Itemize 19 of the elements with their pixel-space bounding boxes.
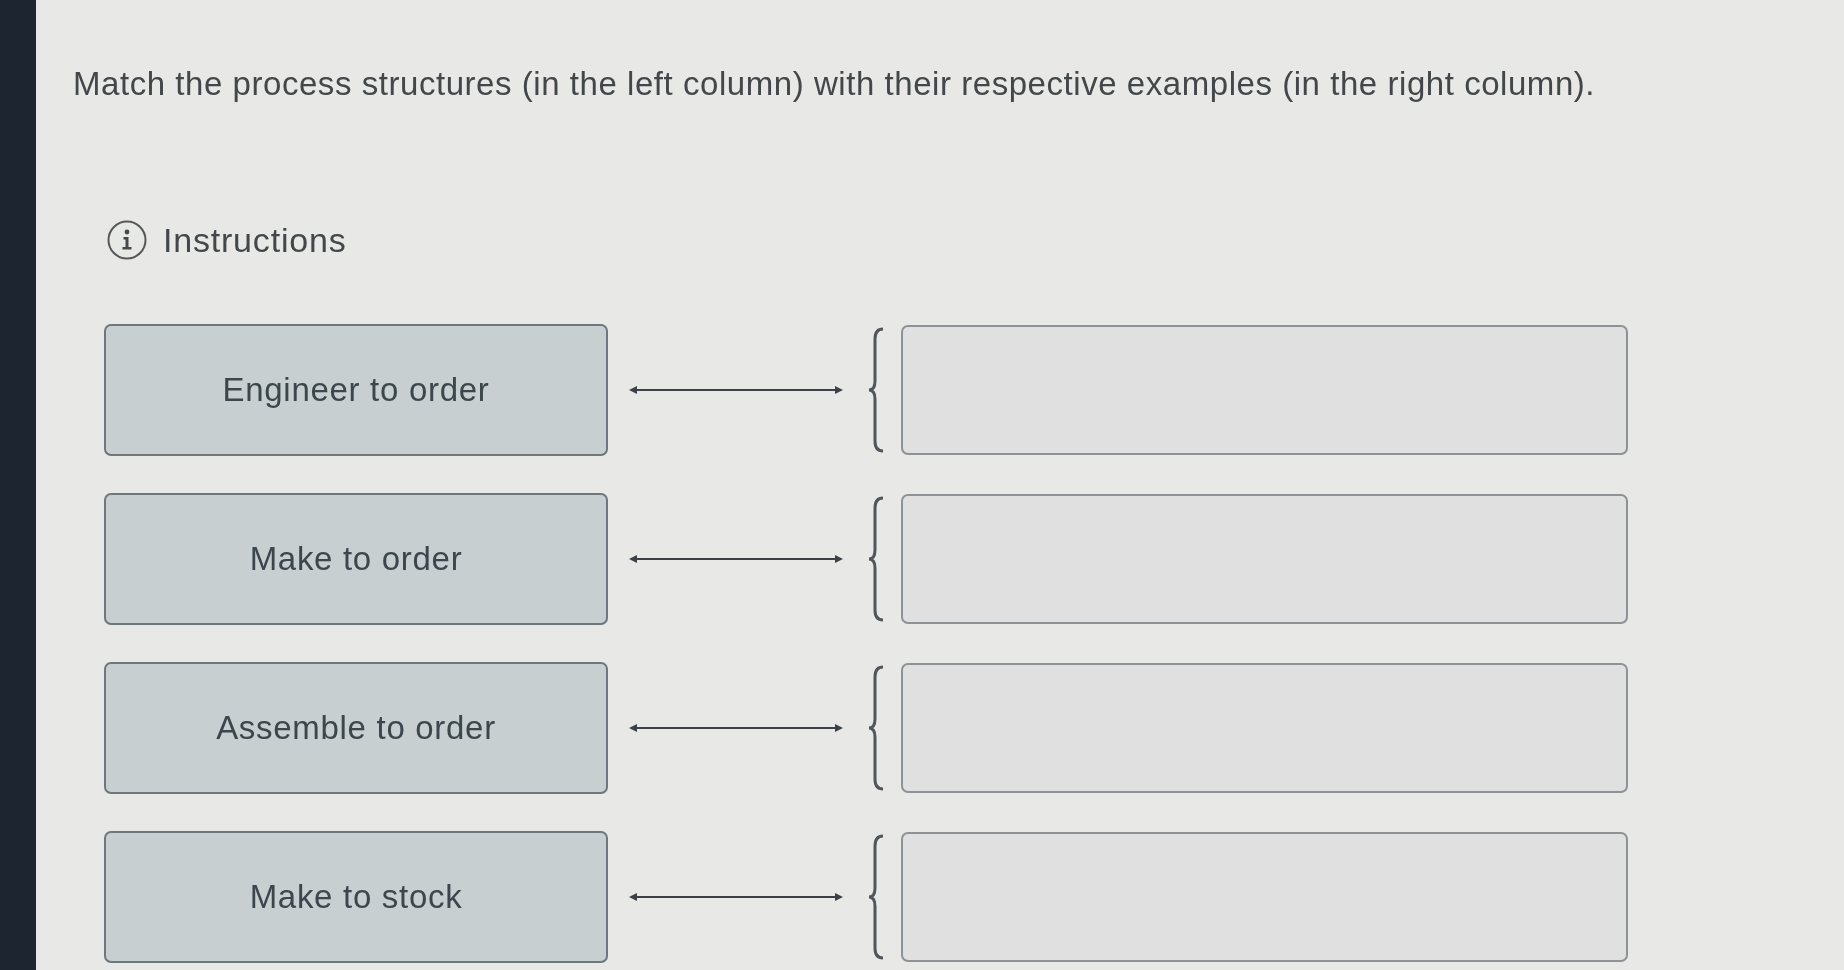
drop-zone[interactable] bbox=[901, 663, 1628, 793]
double-arrow-icon bbox=[629, 722, 843, 734]
drop-zone[interactable] bbox=[901, 494, 1628, 624]
answer-choice[interactable]: Make to order bbox=[104, 493, 608, 625]
drop-zone[interactable] bbox=[901, 325, 1628, 455]
answer-choice[interactable]: Engineer to order bbox=[104, 324, 608, 456]
answer-choice[interactable]: Assemble to order bbox=[104, 662, 608, 794]
answer-choice[interactable]: Make to stock bbox=[104, 831, 608, 963]
info-icon[interactable] bbox=[107, 220, 147, 260]
double-arrow-icon bbox=[629, 384, 843, 396]
drop-zone[interactable] bbox=[901, 832, 1628, 962]
instructions-link[interactable]: Instructions bbox=[163, 220, 347, 260]
curly-brace-icon bbox=[867, 834, 885, 960]
question-prompt: Match the process structures (in the left column) with their respective examples (in the right column). bbox=[73, 64, 1596, 104]
curly-brace-icon bbox=[867, 496, 885, 622]
double-arrow-icon bbox=[629, 553, 843, 565]
double-arrow-icon bbox=[629, 891, 843, 903]
curly-brace-icon bbox=[867, 665, 885, 791]
curly-brace-icon bbox=[867, 327, 885, 453]
